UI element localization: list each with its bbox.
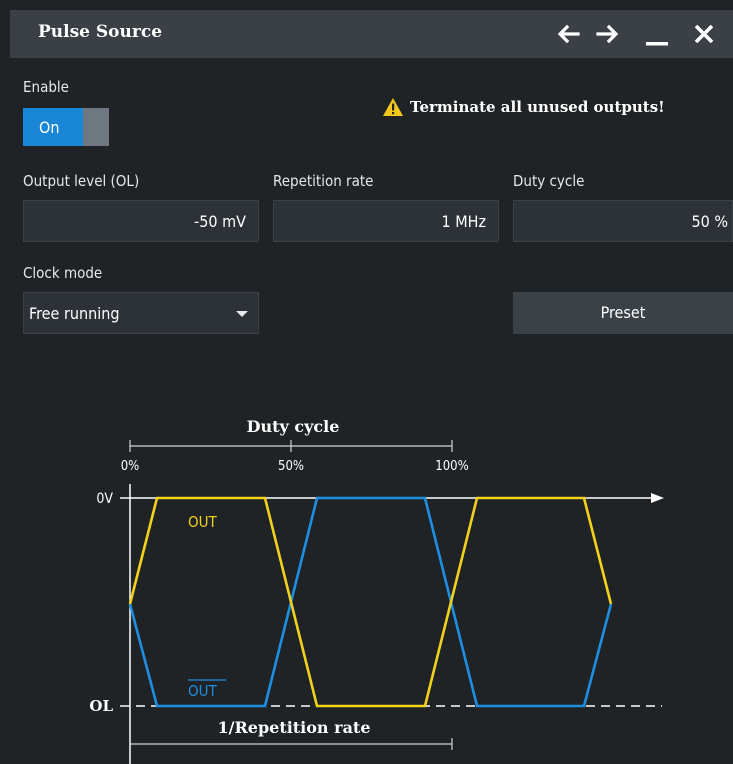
period-label: 1/Repetition rate: [218, 718, 371, 737]
duty-cycle-title: Duty cycle: [247, 417, 340, 436]
ol-label: OL: [89, 697, 113, 715]
zero-v-label: 0V: [96, 491, 113, 507]
pulse-diagram: Duty cycle 0% 50% 100% 0V OL OUT OUT 1/R…: [89, 417, 664, 764]
tick-label-50: 50%: [278, 459, 304, 474]
tick-label-100: 100%: [435, 459, 468, 474]
out-inverted-label: OUT: [188, 682, 218, 700]
tick-label-0: 0%: [121, 459, 140, 474]
x-axis-arrow-icon: [651, 493, 664, 503]
out-label: OUT: [188, 513, 218, 531]
